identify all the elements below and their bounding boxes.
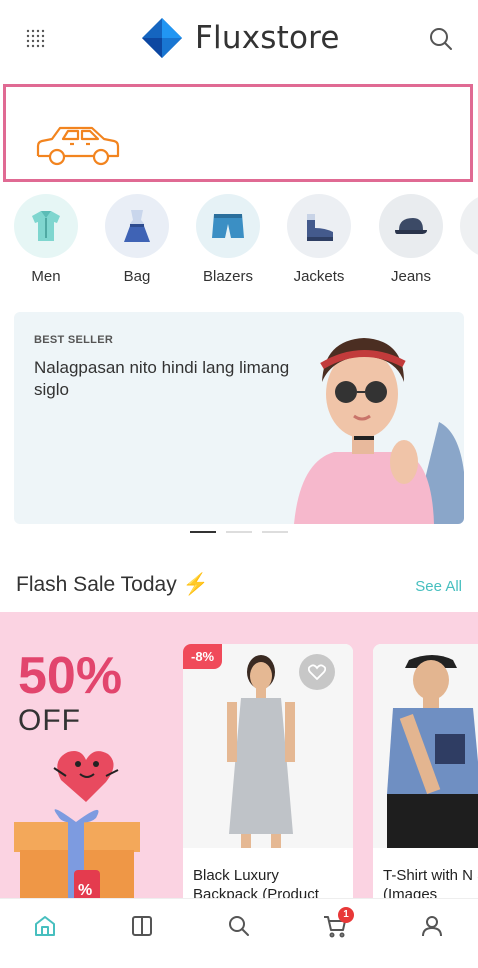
- flash-sale-title: Flash Sale Today ⚡: [16, 573, 209, 596]
- category-jackets[interactable]: Jackets: [274, 194, 364, 285]
- cap-icon: [379, 194, 443, 258]
- product-name[interactable]: Black Luxury Backpack (Product: [183, 848, 353, 902]
- carousel-dot[interactable]: [226, 531, 252, 533]
- dress-icon: [105, 194, 169, 258]
- product-image[interactable]: [373, 644, 478, 848]
- search-icon[interactable]: [428, 26, 454, 52]
- see-all-link[interactable]: See All: [415, 578, 462, 595]
- product-card[interactable]: -8% Black Luxury Backpack (Product: [183, 644, 353, 902]
- category-men[interactable]: Men: [1, 194, 91, 285]
- category-label: Men: [31, 268, 61, 285]
- brand-name: Fluxstore: [195, 20, 340, 56]
- logo-diamond-icon: [142, 18, 182, 58]
- user-icon[interactable]: [419, 913, 445, 939]
- discount-badge: -8%: [183, 644, 223, 669]
- category-blazers[interactable]: Blazers: [183, 194, 273, 285]
- category-label: Bag: [123, 268, 151, 285]
- cart-icon[interactable]: 1: [322, 907, 354, 939]
- shoe-icon: [287, 194, 351, 258]
- hero-model-image: [294, 338, 464, 524]
- bottom-nav: 1: [0, 898, 478, 968]
- menu-grid-icon[interactable]: [24, 27, 48, 51]
- category-jeans[interactable]: Jeans: [366, 194, 456, 285]
- category-label: Jeans: [390, 268, 432, 285]
- category-label: Blazers: [202, 268, 254, 285]
- home-icon[interactable]: [32, 913, 58, 939]
- category-list: Men Bag Blazers Jackets Jeans: [0, 194, 478, 294]
- carousel-dot[interactable]: [190, 531, 216, 533]
- car-icon: [36, 126, 120, 166]
- gift-box-heart-icon: %: [14, 751, 140, 902]
- promo-banner[interactable]: [3, 84, 473, 182]
- app-header: Fluxstore: [0, 0, 478, 78]
- layout-icon[interactable]: [129, 913, 155, 939]
- flash-sale-section: 50% OFF % -8% Black Luxury Backpack (Pro…: [0, 612, 478, 902]
- carousel-indicator: [190, 531, 288, 533]
- cart-badge: 1: [338, 907, 354, 923]
- category-bag[interactable]: Bag: [92, 194, 182, 285]
- hero-title: Nalagpasan nito hindi lang limang siglo: [34, 358, 290, 399]
- category-more-icon[interactable]: [460, 194, 478, 258]
- lightning-icon: ⚡: [182, 573, 209, 596]
- shirt-icon: [14, 194, 78, 258]
- category-label: Jackets: [293, 268, 345, 285]
- product-name[interactable]: T-Shirt with N Stop (Images: [373, 848, 478, 902]
- hero-tag: BEST SELLER: [34, 334, 114, 346]
- product-image[interactable]: -8%: [183, 644, 353, 848]
- favorite-heart-icon[interactable]: [299, 654, 335, 690]
- promo-percent: 50%: [18, 647, 123, 705]
- carousel-dot[interactable]: [262, 531, 288, 533]
- brand-logo[interactable]: Fluxstore: [140, 16, 340, 60]
- search-icon[interactable]: [226, 913, 252, 939]
- tag-percent: %: [78, 882, 92, 899]
- shorts-icon: [196, 194, 260, 258]
- hero-banner[interactable]: BEST SELLER Nalagpasan nito hindi lang l…: [14, 312, 464, 524]
- product-card[interactable]: T-Shirt with N Stop (Images: [373, 644, 478, 902]
